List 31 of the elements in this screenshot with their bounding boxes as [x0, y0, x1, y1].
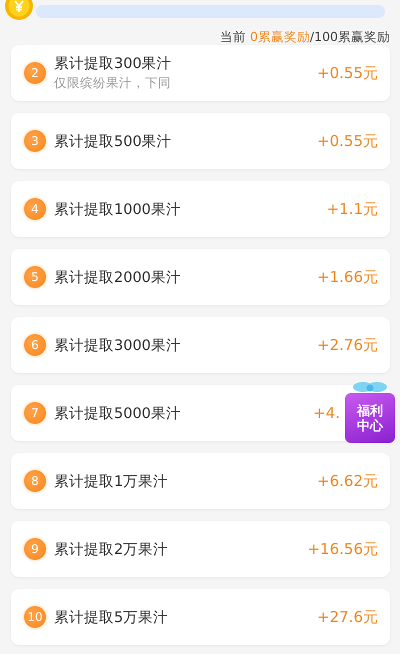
step-number: 4	[24, 198, 46, 220]
reward-amount: +2.76元	[317, 336, 378, 354]
ribbon-icon	[350, 381, 390, 393]
reward-amount: +4.	[313, 404, 340, 422]
reward-amount: +0.55元	[317, 64, 378, 82]
reward-amount: +6.62元	[317, 472, 378, 490]
task-title: 累计提取500果汁	[54, 132, 173, 150]
task-title: 累计提取3000果汁	[54, 336, 182, 354]
task-title: 累计提取2万果汁	[54, 540, 170, 558]
step-number: 10	[24, 606, 46, 628]
step-number: 5	[24, 266, 46, 288]
progress-text: 当前 0累赢奖励/100累赢奖励	[218, 28, 391, 46]
step-number: 2	[24, 62, 46, 84]
task-title: 累计提取300果汁	[54, 55, 173, 73]
reward-amount: +16.56元	[307, 540, 378, 558]
reward-amount: +1.66元	[317, 268, 378, 286]
task-title: 累计提取1000果汁	[54, 200, 182, 218]
task-title: 累计提取5000果汁	[54, 404, 182, 422]
step-number: 7	[24, 402, 46, 424]
reward-amount: +27.6元	[317, 608, 378, 626]
step-number: 3	[24, 130, 46, 152]
task-title: 累计提取5万果汁	[54, 608, 170, 626]
reward-amount: +1.1元	[326, 200, 378, 218]
task-title: 累计提取1万果汁	[54, 472, 170, 490]
task-title: 累计提取2000果汁	[54, 268, 182, 286]
step-number: 8	[24, 470, 46, 492]
task-note: 仅限缤纷果汁，下同	[54, 75, 172, 92]
welfare-center-button[interactable]: 福利 中心	[345, 393, 395, 443]
reward-amount: +0.55元	[317, 132, 378, 150]
step-number: 9	[24, 538, 46, 560]
step-number: 6	[24, 334, 46, 356]
